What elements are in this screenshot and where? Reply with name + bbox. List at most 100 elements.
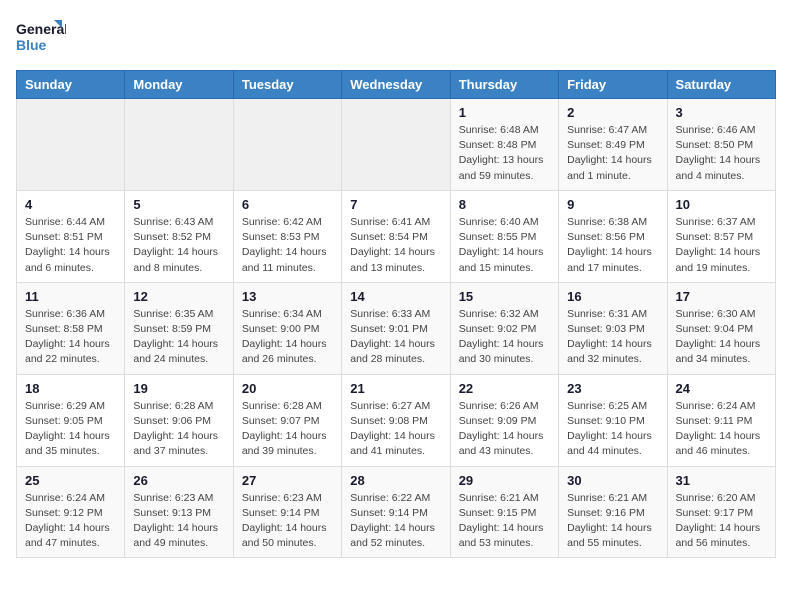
day-number: 13 [242, 289, 333, 304]
weekday-header-friday: Friday [559, 71, 667, 99]
day-info: Sunrise: 6:24 AM Sunset: 9:11 PM Dayligh… [676, 399, 767, 460]
calendar-week-2: 4 Sunrise: 6:44 AM Sunset: 8:51 PM Daylig… [17, 190, 776, 282]
day-number: 9 [567, 197, 658, 212]
day-info: Sunrise: 6:42 AM Sunset: 8:53 PM Dayligh… [242, 215, 333, 276]
day-info: Sunrise: 6:22 AM Sunset: 9:14 PM Dayligh… [350, 491, 441, 552]
day-number: 23 [567, 381, 658, 396]
day-info: Sunrise: 6:28 AM Sunset: 9:06 PM Dayligh… [133, 399, 224, 460]
calendar-cell: 31 Sunrise: 6:20 AM Sunset: 9:17 PM Dayli… [667, 466, 775, 558]
calendar-body: 1 Sunrise: 6:48 AM Sunset: 8:48 PM Daylig… [17, 99, 776, 558]
calendar-cell [125, 99, 233, 191]
day-number: 26 [133, 473, 224, 488]
calendar-table: SundayMondayTuesdayWednesdayThursdayFrid… [16, 70, 776, 558]
day-number: 14 [350, 289, 441, 304]
weekday-header-monday: Monday [125, 71, 233, 99]
day-number: 20 [242, 381, 333, 396]
day-number: 16 [567, 289, 658, 304]
day-number: 1 [459, 105, 550, 120]
day-number: 22 [459, 381, 550, 396]
weekday-header-sunday: Sunday [17, 71, 125, 99]
day-info: Sunrise: 6:35 AM Sunset: 8:59 PM Dayligh… [133, 307, 224, 368]
calendar-cell: 5Sunrise: 6:43 AM Sunset: 8:52 PM Daylig… [125, 190, 233, 282]
day-number: 2 [567, 105, 658, 120]
day-number: 12 [133, 289, 224, 304]
day-number: 15 [459, 289, 550, 304]
calendar-week-5: 25Sunrise: 6:24 AM Sunset: 9:12 PM Dayli… [17, 466, 776, 558]
calendar-cell: 2 Sunrise: 6:47 AM Sunset: 8:49 PM Daylig… [559, 99, 667, 191]
calendar-week-1: 1 Sunrise: 6:48 AM Sunset: 8:48 PM Daylig… [17, 99, 776, 191]
calendar-cell: 13Sunrise: 6:34 AM Sunset: 9:00 PM Dayli… [233, 282, 341, 374]
day-number: 31 [676, 473, 767, 488]
calendar-cell: 1 Sunrise: 6:48 AM Sunset: 8:48 PM Daylig… [450, 99, 558, 191]
calendar-cell: 9 Sunrise: 6:38 AM Sunset: 8:56 PM Daylig… [559, 190, 667, 282]
day-number: 25 [25, 473, 116, 488]
calendar-cell: 25Sunrise: 6:24 AM Sunset: 9:12 PM Dayli… [17, 466, 125, 558]
calendar-cell: 7 Sunrise: 6:41 AM Sunset: 8:54 PM Daylig… [342, 190, 450, 282]
day-info: Sunrise: 6:47 AM Sunset: 8:49 PM Dayligh… [567, 123, 658, 184]
day-info: Sunrise: 6:37 AM Sunset: 8:57 PM Dayligh… [676, 215, 767, 276]
calendar-cell: 26Sunrise: 6:23 AM Sunset: 9:13 PM Dayli… [125, 466, 233, 558]
weekday-header-thursday: Thursday [450, 71, 558, 99]
weekday-header-saturday: Saturday [667, 71, 775, 99]
day-number: 7 [350, 197, 441, 212]
day-number: 19 [133, 381, 224, 396]
calendar-cell: 4 Sunrise: 6:44 AM Sunset: 8:51 PM Daylig… [17, 190, 125, 282]
day-number: 30 [567, 473, 658, 488]
day-info: Sunrise: 6:32 AM Sunset: 9:02 PM Dayligh… [459, 307, 550, 368]
day-info: Sunrise: 6:21 AM Sunset: 9:15 PM Dayligh… [459, 491, 550, 552]
day-info: Sunrise: 6:25 AM Sunset: 9:10 PM Dayligh… [567, 399, 658, 460]
calendar-cell: 10 Sunrise: 6:37 AM Sunset: 8:57 PM Dayli… [667, 190, 775, 282]
day-info: Sunrise: 6:28 AM Sunset: 9:07 PM Dayligh… [242, 399, 333, 460]
calendar-cell: 27 Sunrise: 6:23 AM Sunset: 9:14 PM Dayli… [233, 466, 341, 558]
calendar-cell: 30 Sunrise: 6:21 AM Sunset: 9:16 PM Dayli… [559, 466, 667, 558]
weekday-header-wednesday: Wednesday [342, 71, 450, 99]
calendar-header: SundayMondayTuesdayWednesdayThursdayFrid… [17, 71, 776, 99]
day-number: 8 [459, 197, 550, 212]
day-info: Sunrise: 6:41 AM Sunset: 8:54 PM Dayligh… [350, 215, 441, 276]
day-number: 17 [676, 289, 767, 304]
day-info: Sunrise: 6:30 AM Sunset: 9:04 PM Dayligh… [676, 307, 767, 368]
day-number: 29 [459, 473, 550, 488]
calendar-cell: 29 Sunrise: 6:21 AM Sunset: 9:15 PM Dayli… [450, 466, 558, 558]
calendar-cell: 28 Sunrise: 6:22 AM Sunset: 9:14 PM Dayli… [342, 466, 450, 558]
day-number: 28 [350, 473, 441, 488]
calendar-cell: 19 Sunrise: 6:28 AM Sunset: 9:06 PM Dayli… [125, 374, 233, 466]
calendar-cell: 18 Sunrise: 6:29 AM Sunset: 9:05 PM Dayli… [17, 374, 125, 466]
day-info: Sunrise: 6:46 AM Sunset: 8:50 PM Dayligh… [676, 123, 767, 184]
weekday-header-tuesday: Tuesday [233, 71, 341, 99]
calendar-week-4: 18 Sunrise: 6:29 AM Sunset: 9:05 PM Dayli… [17, 374, 776, 466]
day-info: Sunrise: 6:26 AM Sunset: 9:09 PM Dayligh… [459, 399, 550, 460]
day-info: Sunrise: 6:36 AM Sunset: 8:58 PM Dayligh… [25, 307, 116, 368]
day-number: 5 [133, 197, 224, 212]
day-number: 24 [676, 381, 767, 396]
day-info: Sunrise: 6:33 AM Sunset: 9:01 PM Dayligh… [350, 307, 441, 368]
calendar-cell: 24 Sunrise: 6:24 AM Sunset: 9:11 PM Dayli… [667, 374, 775, 466]
day-info: Sunrise: 6:31 AM Sunset: 9:03 PM Dayligh… [567, 307, 658, 368]
calendar-cell: 21 Sunrise: 6:27 AM Sunset: 9:08 PM Dayli… [342, 374, 450, 466]
day-info: Sunrise: 6:29 AM Sunset: 9:05 PM Dayligh… [25, 399, 116, 460]
day-number: 6 [242, 197, 333, 212]
calendar-cell: 17 Sunrise: 6:30 AM Sunset: 9:04 PM Dayli… [667, 282, 775, 374]
day-info: Sunrise: 6:38 AM Sunset: 8:56 PM Dayligh… [567, 215, 658, 276]
weekday-row: SundayMondayTuesdayWednesdayThursdayFrid… [17, 71, 776, 99]
day-info: Sunrise: 6:40 AM Sunset: 8:55 PM Dayligh… [459, 215, 550, 276]
day-number: 18 [25, 381, 116, 396]
day-number: 21 [350, 381, 441, 396]
calendar-cell: 11 Sunrise: 6:36 AM Sunset: 8:58 PM Dayli… [17, 282, 125, 374]
day-number: 27 [242, 473, 333, 488]
day-number: 10 [676, 197, 767, 212]
day-info: Sunrise: 6:44 AM Sunset: 8:51 PM Dayligh… [25, 215, 116, 276]
calendar-cell [17, 99, 125, 191]
day-info: Sunrise: 6:48 AM Sunset: 8:48 PM Dayligh… [459, 123, 550, 184]
day-number: 4 [25, 197, 116, 212]
calendar-cell: 6 Sunrise: 6:42 AM Sunset: 8:53 PM Daylig… [233, 190, 341, 282]
day-info: Sunrise: 6:27 AM Sunset: 9:08 PM Dayligh… [350, 399, 441, 460]
day-info: Sunrise: 6:21 AM Sunset: 9:16 PM Dayligh… [567, 491, 658, 552]
calendar-cell: 3Sunrise: 6:46 AM Sunset: 8:50 PM Daylig… [667, 99, 775, 191]
day-number: 11 [25, 289, 116, 304]
day-info: Sunrise: 6:23 AM Sunset: 9:14 PM Dayligh… [242, 491, 333, 552]
page-header: General Blue [16, 16, 776, 58]
calendar-week-3: 11 Sunrise: 6:36 AM Sunset: 8:58 PM Dayli… [17, 282, 776, 374]
calendar-cell [342, 99, 450, 191]
day-info: Sunrise: 6:20 AM Sunset: 9:17 PM Dayligh… [676, 491, 767, 552]
